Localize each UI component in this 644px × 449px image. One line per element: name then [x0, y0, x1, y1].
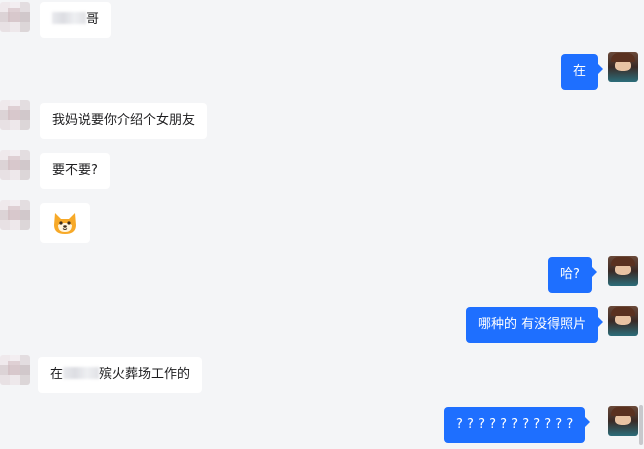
message-text-after: 殡火葬场工作的: [99, 367, 191, 382]
my-avatar[interactable]: [608, 52, 638, 82]
message-bubble[interactable]: 哪种的 有没得照片: [466, 307, 604, 343]
contact-avatar[interactable]: [0, 150, 30, 180]
message-bubble[interactable]: 要不要?: [40, 153, 110, 189]
message-text: 要不要?: [52, 163, 98, 178]
message-bubble[interactable]: 哈?: [548, 257, 597, 293]
contact-avatar[interactable]: [0, 355, 30, 385]
sticker-message[interactable]: [40, 203, 90, 243]
message-text: 哪种的 有没得照片: [478, 317, 587, 332]
chat-message-list[interactable]: 哥 在 我妈说要你介绍个女朋友 要不要? 哈? 哪种的 有没得照片 在 殡火葬场…: [0, 0, 644, 449]
redacted-text: [52, 12, 86, 24]
message-bubble[interactable]: 我妈说要你介绍个女朋友: [40, 103, 208, 139]
my-avatar[interactable]: [608, 406, 638, 436]
message-text-before: 在: [50, 367, 64, 382]
message-text: 哈?: [560, 267, 580, 282]
my-avatar[interactable]: [608, 256, 638, 286]
message-bubble[interactable]: 在: [561, 54, 604, 90]
redacted-text: [63, 367, 100, 379]
contact-avatar[interactable]: [0, 200, 30, 230]
message-text: ? ? ? ? ? ? ? ? ? ? ?: [456, 417, 574, 432]
message-text: 在: [573, 64, 587, 79]
message-row: 哥: [0, 0, 644, 40]
contact-avatar[interactable]: [0, 2, 30, 32]
my-avatar[interactable]: [608, 306, 638, 336]
message-text: 哥: [86, 12, 100, 27]
shiba-dog-emoji-icon: [54, 213, 76, 234]
message-text: 我妈说要你介绍个女朋友: [52, 113, 196, 128]
message-bubble[interactable]: ? ? ? ? ? ? ? ? ? ? ?: [444, 407, 591, 443]
message-bubble[interactable]: 在 殡火葬场工作的: [38, 357, 203, 393]
message-bubble[interactable]: 哥: [40, 2, 112, 38]
contact-avatar[interactable]: [0, 100, 30, 130]
scrollbar-thumb[interactable]: [639, 405, 643, 445]
